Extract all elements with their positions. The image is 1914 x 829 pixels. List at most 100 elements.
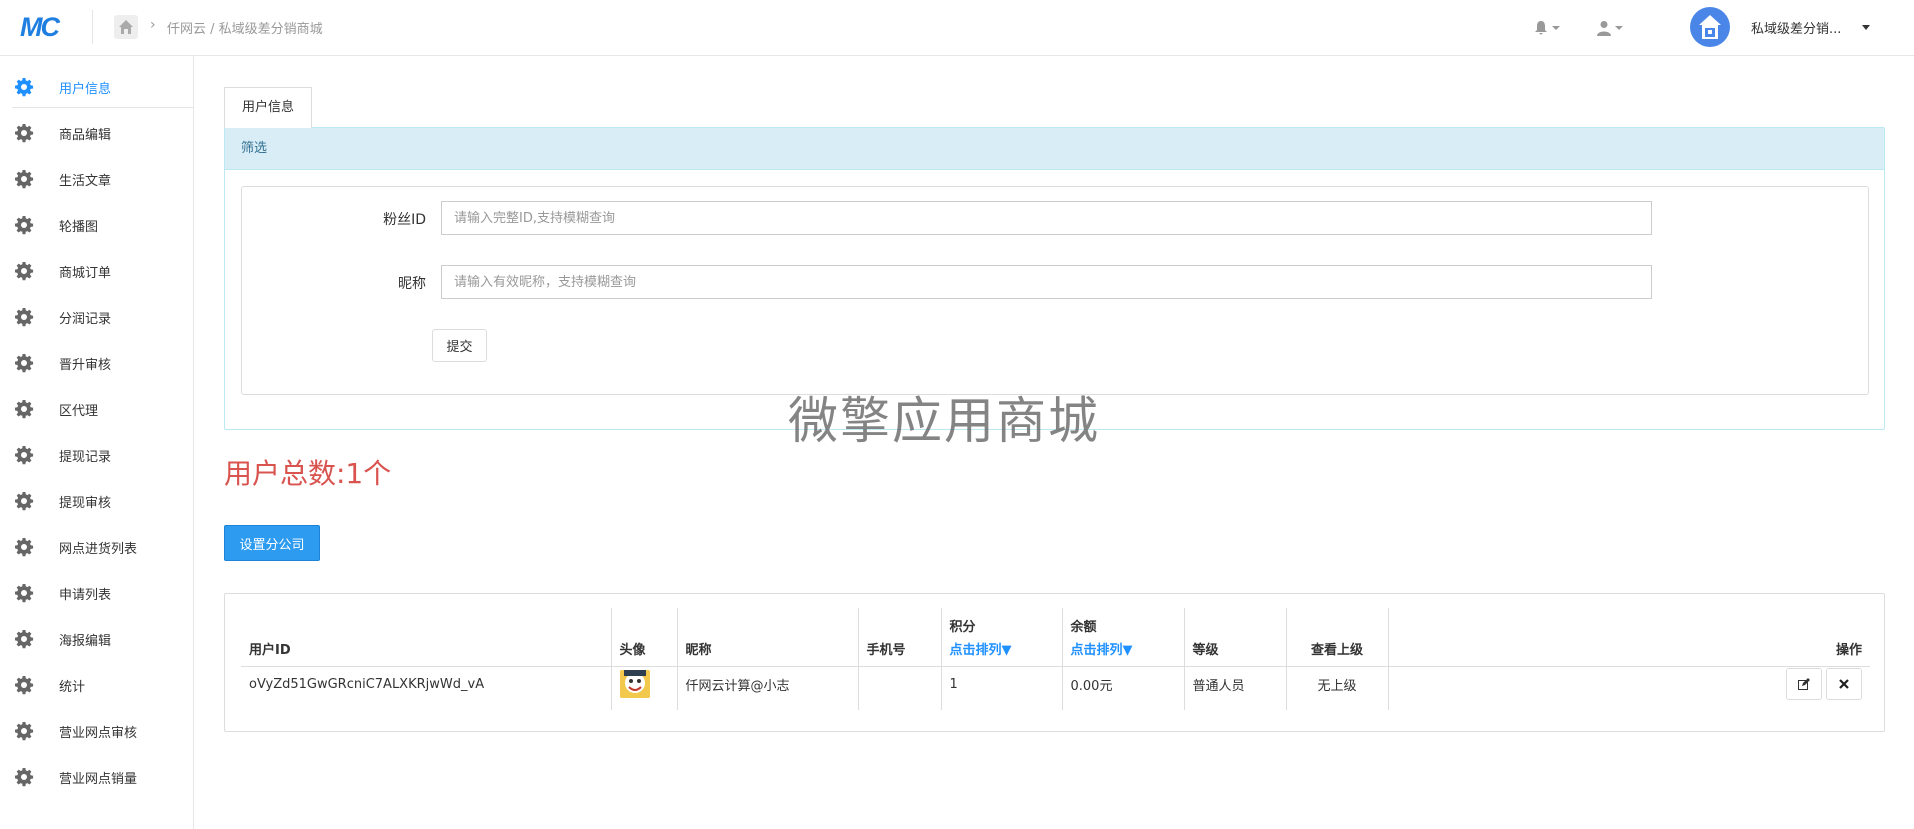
fan-id-input[interactable]	[441, 201, 1652, 235]
sidebar-item-label: 用户信息	[59, 82, 112, 97]
sidebar-item[interactable]: 提现审核	[12, 478, 194, 522]
sidebar-item-label: 营业网点销量	[59, 772, 138, 787]
watermark: 微擎应用商城	[788, 392, 1100, 450]
col-points-label: 积分	[949, 619, 976, 635]
col-phone: 手机号	[858, 608, 942, 667]
cell-phone	[858, 666, 942, 710]
sidebar-item[interactable]: 用户信息	[12, 64, 194, 108]
app-logo[interactable]: MC	[20, 12, 74, 42]
cell-nickname: 仟网云计算@小志	[677, 666, 859, 710]
chevron-right-icon: ›	[150, 17, 156, 33]
sidebar-item[interactable]: 区代理	[12, 386, 194, 430]
sidebar-item[interactable]: 营业网点审核	[12, 708, 194, 752]
cell-points: 1	[941, 666, 1063, 710]
table-row: oVyZd51GwGRcniC7ALXKRjwWd_vA 仟网云计算@小志 1 …	[241, 666, 1870, 710]
caret-down-icon	[1615, 25, 1623, 30]
sidebar-item-label: 晋升审核	[59, 358, 112, 373]
col-points: 积分 点击排列▼	[941, 608, 1063, 667]
sidebar-item-label: 区代理	[59, 404, 99, 419]
tab-user-info[interactable]: 用户信息	[224, 87, 312, 128]
close-icon	[1839, 678, 1849, 689]
sidebar-item-label: 申请列表	[59, 588, 112, 603]
store-avatar[interactable]	[1690, 7, 1730, 47]
top-bar: MC › 仟网云 / 私域级差分销商城 私域级差分销...	[0, 0, 1914, 56]
user-total: 用户总数:1个	[224, 457, 392, 490]
gear-icon	[14, 261, 34, 281]
gear-icon	[14, 169, 34, 189]
sidebar-item[interactable]: 晋升审核	[12, 340, 194, 384]
sort-balance-link[interactable]: 点击排列▼	[1071, 639, 1184, 658]
col-balance-label: 余额	[1070, 619, 1097, 635]
sidebar-item-label: 商城订单	[59, 266, 112, 281]
filter-panel-title: 筛选	[225, 128, 1884, 170]
nickname-label: 昵称	[398, 276, 426, 292]
sidebar-item[interactable]: 统计	[12, 662, 194, 706]
set-branch-button[interactable]: 设置分公司	[224, 525, 320, 561]
cell-balance: 0.00元	[1062, 666, 1185, 710]
caret-down-icon	[1552, 25, 1560, 30]
breadcrumb[interactable]: 仟网云 / 私域级差分销商城	[167, 18, 323, 37]
cell-superior[interactable]: 无上级	[1286, 666, 1389, 710]
sidebar-item[interactable]: 提现记录	[12, 432, 194, 476]
sidebar-item-label: 营业网点审核	[59, 726, 138, 741]
edit-icon	[1798, 677, 1810, 690]
gear-icon	[14, 215, 34, 235]
sidebar-item-label: 统计	[59, 680, 86, 695]
gear-icon	[14, 583, 34, 603]
col-superior: 查看上级	[1286, 608, 1389, 667]
store-name[interactable]: 私域级差分销...	[1751, 18, 1841, 37]
cell-user-id: oVyZd51GwGRcniC7ALXKRjwWd_vA	[241, 666, 612, 710]
sidebar-item[interactable]: 商品编辑	[12, 110, 194, 154]
sidebar-item[interactable]: 海报编辑	[12, 616, 194, 660]
gear-icon	[14, 353, 34, 373]
gear-icon	[14, 491, 34, 511]
col-balance: 余额 点击排列▼	[1062, 608, 1185, 667]
sidebar: 用户信息商品编辑生活文章轮播图商城订单分润记录晋升审核区代理提现记录提现审核网点…	[0, 56, 194, 829]
gear-icon	[14, 721, 34, 741]
gear-icon	[14, 445, 34, 465]
gear-icon	[14, 77, 34, 97]
sort-points-link[interactable]: 点击排列▼	[950, 639, 1062, 658]
user-menu-icon[interactable]	[1597, 17, 1633, 37]
divider	[92, 10, 93, 44]
edit-button[interactable]	[1786, 668, 1822, 701]
delete-button[interactable]	[1826, 668, 1862, 701]
sidebar-item-label: 分润记录	[59, 312, 112, 327]
col-nickname: 昵称	[677, 608, 859, 667]
col-avatar: 头像	[611, 608, 678, 667]
fan-id-label: 粉丝ID	[383, 212, 426, 228]
sidebar-item[interactable]: 网点进货列表	[12, 524, 194, 568]
col-user-id: 用户ID	[241, 608, 612, 667]
user-avatar[interactable]	[619, 670, 650, 699]
gear-icon	[14, 307, 34, 327]
gear-icon	[14, 767, 34, 787]
sidebar-item-label: 商品编辑	[59, 128, 112, 143]
sidebar-item[interactable]: 商城订单	[12, 248, 194, 292]
nickname-input[interactable]	[441, 265, 1652, 299]
sidebar-item-label: 提现记录	[59, 450, 112, 465]
sidebar-item[interactable]: 轮播图	[12, 202, 194, 246]
home-icon[interactable]	[114, 15, 138, 39]
sidebar-item[interactable]: 分润记录	[12, 294, 194, 338]
gear-icon	[14, 629, 34, 649]
sidebar-item[interactable]: 生活文章	[12, 156, 194, 200]
gear-icon	[14, 537, 34, 557]
sidebar-item-label: 提现审核	[59, 496, 112, 511]
sidebar-item-label: 轮播图	[59, 220, 99, 235]
sidebar-item[interactable]: 营业网点销量	[12, 754, 194, 798]
user-table-panel: 用户ID 头像 昵称 手机号 积分 点击排列▼ 余额 点击排列▼ 等级 查看上级…	[224, 593, 1885, 732]
col-ops: 操作	[1388, 608, 1870, 667]
cell-avatar	[611, 666, 678, 710]
sidebar-item-label: 生活文章	[59, 174, 112, 189]
submit-button[interactable]: 提交	[432, 329, 487, 362]
cell-level: 普通人员	[1184, 666, 1287, 710]
sidebar-item[interactable]: 申请列表	[12, 570, 194, 614]
gear-icon	[14, 675, 34, 695]
notification-bell-icon[interactable]	[1534, 17, 1570, 37]
gear-icon	[14, 123, 34, 143]
sidebar-item-label: 海报编辑	[59, 634, 112, 649]
col-level: 等级	[1184, 608, 1287, 667]
cell-ops	[1388, 666, 1870, 710]
gear-icon	[14, 399, 34, 419]
caret-down-icon[interactable]	[1862, 25, 1870, 30]
